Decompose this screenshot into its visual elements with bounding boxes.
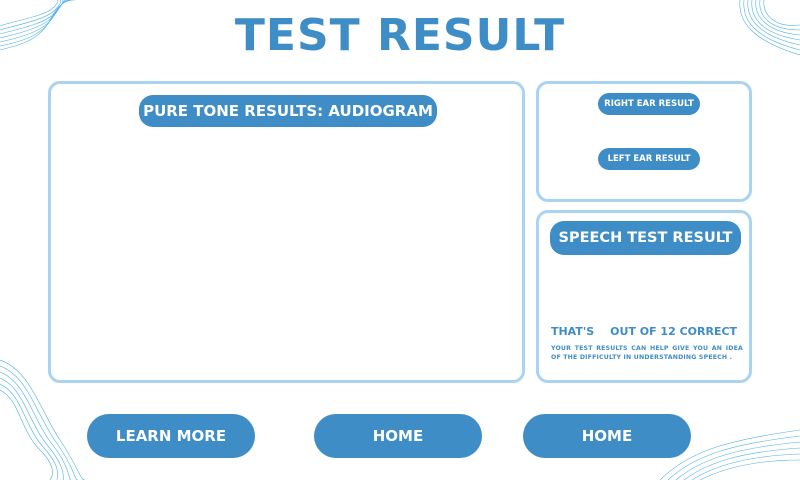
ear-results-panel: RIGHT EAR RESULT LEFT EAR RESULT: [536, 81, 752, 202]
audiogram-title: PURE TONE RESULTS: AUDIOGRAM: [139, 95, 437, 127]
speech-title: SPEECH TEST RESULT: [550, 221, 741, 255]
left-ear-result-button[interactable]: LEFT EAR RESULT: [598, 148, 700, 170]
right-ear-result-button[interactable]: RIGHT EAR RESULT: [598, 93, 700, 115]
speech-result-panel: SPEECH TEST RESULT THAT'S OUT OF 12 CORRE…: [536, 210, 752, 383]
audiogram-panel: PURE TONE RESULTS: AUDIOGRAM: [48, 81, 525, 383]
home-button[interactable]: HOME: [314, 414, 482, 458]
speech-description: YOUR TEST RESULTS CAN HELP GIVE YOU AN I…: [551, 345, 743, 361]
speech-score-prefix: THAT'S: [550, 325, 595, 338]
page-title: TEST RESULT: [234, 10, 566, 61]
speech-score-suffix: OUT OF 12 CORRECT: [610, 325, 738, 338]
home-button-secondary[interactable]: HOME: [523, 414, 691, 458]
learn-more-button[interactable]: LEARN MORE: [87, 414, 255, 458]
speech-score: THAT'S OUT OF 12 CORRECT: [539, 325, 749, 338]
